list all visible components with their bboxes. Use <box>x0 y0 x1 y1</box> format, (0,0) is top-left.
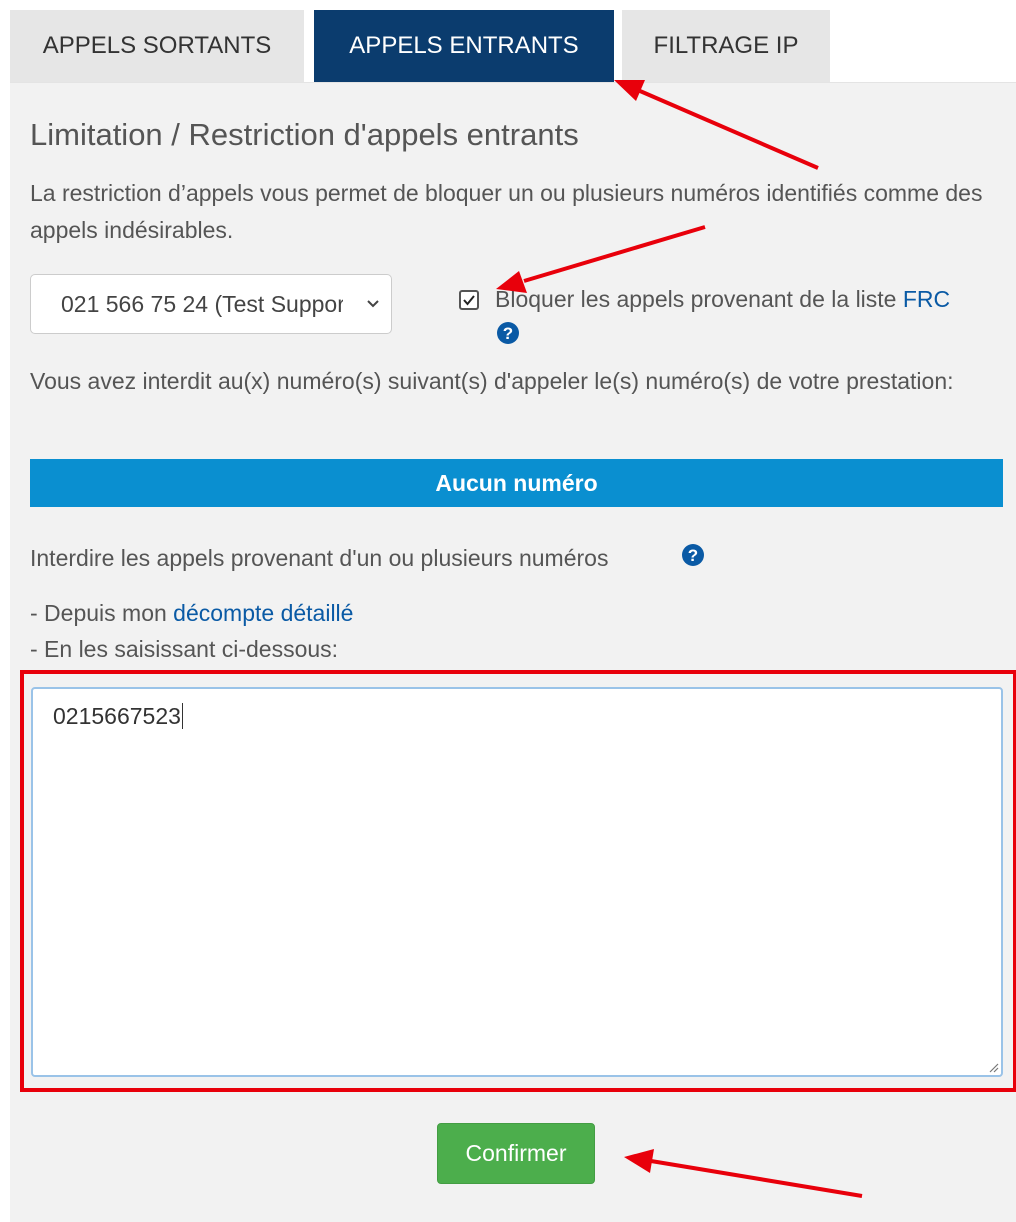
help-icon[interactable]: ? <box>496 321 520 345</box>
number-select-value: 021 566 75 24 (Test Support) <box>61 291 343 317</box>
number-select[interactable]: 021 566 75 24 (Test Support) <box>30 274 392 334</box>
tab-appels-entrants[interactable]: APPELS ENTRANTS <box>314 10 614 82</box>
blocked-intro: Vous avez interdit au(x) numéro(s) suiva… <box>30 368 954 394</box>
from-prefix: - Depuis mon <box>30 600 174 626</box>
page-description: La restriction d’appels vous permet de b… <box>30 180 983 243</box>
tab-filtrage-ip[interactable]: FILTRAGE IP <box>622 10 830 82</box>
checkmark-icon <box>463 295 475 306</box>
text-caret <box>181 703 183 729</box>
textarea-value: 0215667523 <box>53 703 183 730</box>
tab-appels-sortants[interactable]: APPELS SORTANTS <box>10 10 304 82</box>
blocked-numbers-textarea[interactable]: 0215667523 <box>31 687 1003 1077</box>
confirm-button[interactable]: Confirmer <box>437 1123 595 1184</box>
content-panel: Limitation / Restriction d'appels entran… <box>10 82 1016 1222</box>
frc-checkbox-label[interactable]: Bloquer les appels provenant de la liste… <box>495 286 950 313</box>
frc-link[interactable]: FRC <box>903 286 950 312</box>
from-statement-line: - Depuis mon décompte détaillé <box>30 600 353 627</box>
help-icon[interactable]: ? <box>681 543 705 567</box>
frc-checkbox[interactable] <box>459 290 479 310</box>
resize-grip-icon[interactable] <box>987 1061 999 1073</box>
blocked-list-banner: Aucun numéro <box>30 459 1003 507</box>
forbid-label: Interdire les appels provenant d'un ou p… <box>30 545 609 571</box>
detailed-statement-link[interactable]: décompte détaillé <box>173 600 353 626</box>
page-title: Limitation / Restriction d'appels entran… <box>30 117 579 152</box>
svg-text:?: ? <box>503 324 513 343</box>
chevron-down-icon <box>367 300 379 308</box>
frc-label-text: Bloquer les appels provenant de la liste <box>495 286 903 312</box>
svg-text:?: ? <box>688 546 698 565</box>
textarea-text: 0215667523 <box>53 703 181 729</box>
manual-entry-line: - En les saisissant ci-dessous: <box>30 636 339 662</box>
